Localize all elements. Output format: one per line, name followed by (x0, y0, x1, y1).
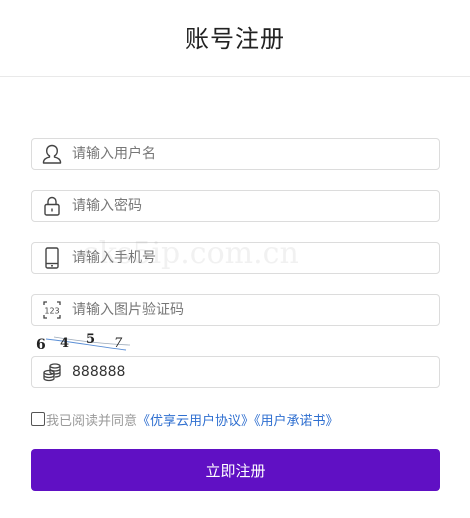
image-code-input[interactable] (72, 296, 431, 324)
lock-icon (32, 191, 72, 221)
phone-icon (32, 243, 72, 273)
captcha-digit: 4 (60, 336, 69, 351)
username-field (31, 138, 440, 170)
phone-field (31, 242, 440, 274)
agreement-row: 我已阅读并同意 《优享云用户协议》《用户承诺书》 (31, 410, 339, 429)
page-title: 账号注册 (185, 24, 285, 53)
page-header: 账号注册 (0, 0, 470, 77)
register-button[interactable]: 立即注册 (31, 449, 440, 491)
username-input[interactable] (72, 140, 431, 168)
agreement-text: 我已阅读并同意 (46, 413, 138, 429)
password-field (31, 190, 440, 222)
captcha-image[interactable]: 6 4 5 7 (34, 330, 134, 354)
captcha-digit: 7 (114, 336, 123, 351)
svg-text:123: 123 (44, 307, 59, 316)
code-123-icon: 123 (32, 295, 72, 325)
captcha-digit: 6 (36, 337, 46, 353)
image-code-field: 123 (31, 294, 440, 326)
sms-code-field (31, 356, 440, 388)
sms-code-input[interactable] (72, 358, 431, 386)
coins-icon (32, 357, 72, 387)
agreement-link[interactable]: 《优享云用户协议》《用户承诺书》 (137, 410, 339, 429)
captcha-digit: 5 (86, 332, 95, 347)
user-icon (32, 139, 72, 169)
password-input[interactable] (72, 192, 431, 220)
phone-input[interactable] (72, 244, 431, 272)
agreement-checkbox[interactable] (31, 412, 45, 426)
